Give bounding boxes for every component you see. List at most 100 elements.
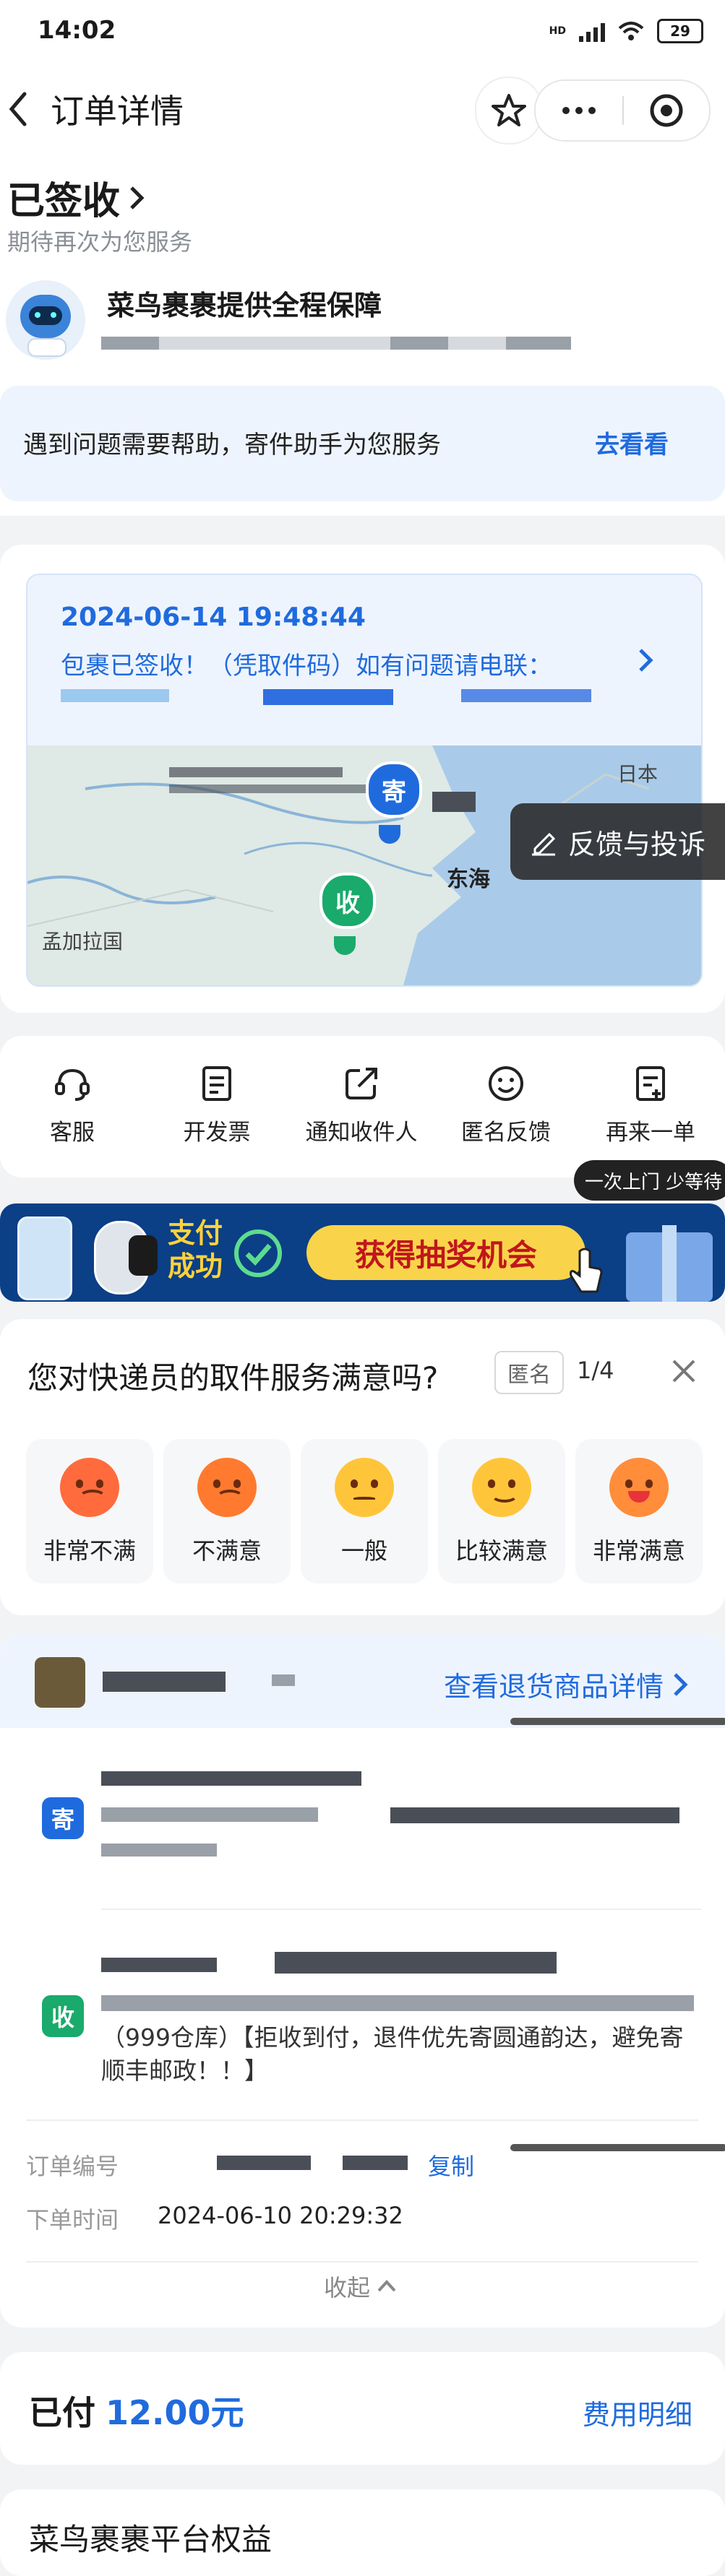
sender-tag: 寄: [42, 1797, 84, 1839]
redacted-text: [263, 689, 393, 705]
hand-cursor-icon: [570, 1248, 603, 1293]
help-link[interactable]: 去看看: [595, 425, 669, 460]
redacted-text: [101, 1995, 694, 2011]
tracking-card: 2024-06-14 19:48:44 包裹已签收！（凭取件码）如有问题请电联：…: [0, 545, 725, 1013]
feedback-button[interactable]: 反馈与投诉: [510, 803, 725, 880]
survey-question: 您对快递员的取件服务满意吗?: [27, 1360, 439, 1396]
action-label: 匿名反馈: [461, 1120, 551, 1146]
paid-value: 12.00元: [106, 2393, 244, 2432]
receiver-pin: 收: [319, 873, 376, 929]
redacted-text: [390, 337, 448, 350]
order-number-label: 订单编号: [26, 2153, 119, 2180]
wifi-icon: [618, 22, 644, 40]
status-time: 14:02: [38, 16, 116, 45]
action-customer-service[interactable]: 客服: [0, 1063, 145, 1146]
chevron-up-icon: [377, 2280, 396, 2292]
survey-option-satisfied[interactable]: 比较满意: [438, 1439, 565, 1583]
survey-option-very-satisfied[interactable]: 非常满意: [575, 1439, 703, 1583]
receiver-tag-label: 收: [51, 2004, 74, 2031]
survey-option-unsatisfied[interactable]: 不满意: [163, 1439, 291, 1583]
battery-icon: 29: [657, 19, 703, 43]
payment-card: 已付 12.00元 费用明细: [0, 2352, 725, 2465]
chevron-right-icon[interactable]: [635, 646, 656, 675]
status-title-text: 已签收: [7, 180, 121, 223]
angry-face-icon: [60, 1458, 119, 1517]
laughing-face-icon: [609, 1458, 669, 1517]
share-icon: [346, 1068, 377, 1099]
redacted-text: [461, 689, 591, 702]
action-notify-recipient[interactable]: 通知收件人: [289, 1063, 434, 1146]
redacted-text: [217, 2156, 311, 2170]
survey-option-label: 非常不满: [43, 1537, 136, 1565]
redacted-text: [343, 2156, 408, 2170]
help-text: 遇到问题需要帮助，寄件助手为您服务: [23, 431, 441, 459]
signal-icon: [579, 20, 605, 42]
redacted-text: [101, 1844, 217, 1857]
nav-bar: 订单详情: [0, 64, 725, 155]
receiver-tag: 收: [42, 1995, 84, 2037]
survey-option-label: 一般: [340, 1537, 387, 1565]
receiver-note: （999仓库）【拒收到付，退件优先寄圆通韵达，避免寄顺丰邮政！！】: [101, 2023, 684, 2085]
survey-option-label: 不满意: [192, 1537, 262, 1565]
receiver-pin-label: 收: [335, 889, 360, 918]
action-label: 客服: [50, 1120, 95, 1146]
tracking-message[interactable]: 包裹已签收！（凭取件码）如有问题请电联：: [61, 646, 552, 681]
reorder-icon: [636, 1066, 665, 1101]
order-detail-card: 查看退货商品详情 寄 收 （999仓库）【拒收到付，退件优先寄圆通韵达，避免寄顺…: [0, 1634, 725, 2328]
anonymous-badge[interactable]: 匿名: [494, 1351, 564, 1394]
redacted-text: [272, 1674, 295, 1686]
promo-banner[interactable]: 支付 成功 获得抽奖机会: [0, 1203, 725, 1302]
action-anonymous-feedback[interactable]: 匿名反馈: [434, 1063, 578, 1146]
assurance-title: 菜鸟裹裹提供全程保障: [107, 290, 382, 321]
status-title[interactable]: 已签收: [7, 170, 147, 225]
close-miniprogram-button[interactable]: [624, 92, 709, 129]
gift-ribbon: [662, 1225, 677, 1302]
sad-face-icon: [197, 1458, 257, 1517]
redacted-text: [101, 1771, 361, 1786]
more-icon: [562, 107, 596, 114]
action-invoice[interactable]: 开发票: [145, 1063, 289, 1146]
return-header[interactable]: 查看退货商品详情: [0, 1634, 725, 1728]
star-icon: [492, 94, 526, 126]
action-label: 开发票: [183, 1120, 251, 1146]
neutral-face-icon: [335, 1458, 394, 1517]
banner-pay-text: 支付 成功: [168, 1216, 223, 1283]
order-time-label: 下单时间: [26, 2206, 119, 2234]
survey-option-very-unsatisfied[interactable]: 非常不满: [26, 1439, 153, 1583]
banner-line1: 支付: [168, 1217, 223, 1249]
action-label: 再来一单: [606, 1120, 695, 1146]
redacted-text: [432, 792, 476, 812]
tracking-map-box: 2024-06-14 19:48:44 包裹已签收！（凭取件码）如有问题请电联：…: [26, 574, 703, 987]
help-box[interactable]: 遇到问题需要帮助，寄件助手为您服务 去看看: [0, 386, 725, 501]
fee-detail-link[interactable]: 费用明细: [583, 2393, 692, 2432]
robot-avatar: [6, 280, 85, 360]
divider-bar: [510, 1718, 725, 1725]
back-icon[interactable]: [7, 91, 29, 127]
mini-program-capsule: [534, 79, 711, 142]
map-label-japan: 日本: [617, 762, 658, 786]
tracking-datetime: 2024-06-14 19:48:44: [61, 602, 366, 632]
redacted-text: [390, 1807, 679, 1823]
collapse-button[interactable]: 收起: [324, 2270, 398, 2303]
reorder-tooltip: 一次上门 少等待: [574, 1160, 725, 1201]
banner-cta[interactable]: 获得抽奖机会: [306, 1225, 585, 1280]
more-button[interactable]: [536, 107, 622, 114]
redacted-text: [61, 689, 169, 702]
favorite-button[interactable]: [475, 77, 543, 144]
feedback-label: 反馈与投诉: [568, 828, 706, 860]
sender-tag-label: 寄: [51, 1806, 74, 1833]
return-detail-link[interactable]: 查看退货商品详情: [444, 1664, 690, 1704]
action-reorder[interactable]: 再来一单: [578, 1063, 723, 1146]
copy-button[interactable]: 复制: [428, 2148, 474, 2182]
divider: [101, 1909, 701, 1910]
redacted-text: [169, 785, 386, 793]
headset-icon: [55, 1068, 90, 1101]
survey-page: 1/4: [577, 1357, 614, 1384]
survey-option-neutral[interactable]: 一般: [301, 1439, 428, 1583]
redacted-text: [101, 337, 571, 350]
redacted-text: [101, 1807, 318, 1822]
survey-option-label: 非常满意: [592, 1537, 685, 1565]
status-bar: 14:02 HD 29: [0, 0, 725, 64]
map-label-bangladesh: 孟加拉国: [42, 930, 124, 954]
close-icon[interactable]: [671, 1358, 697, 1384]
